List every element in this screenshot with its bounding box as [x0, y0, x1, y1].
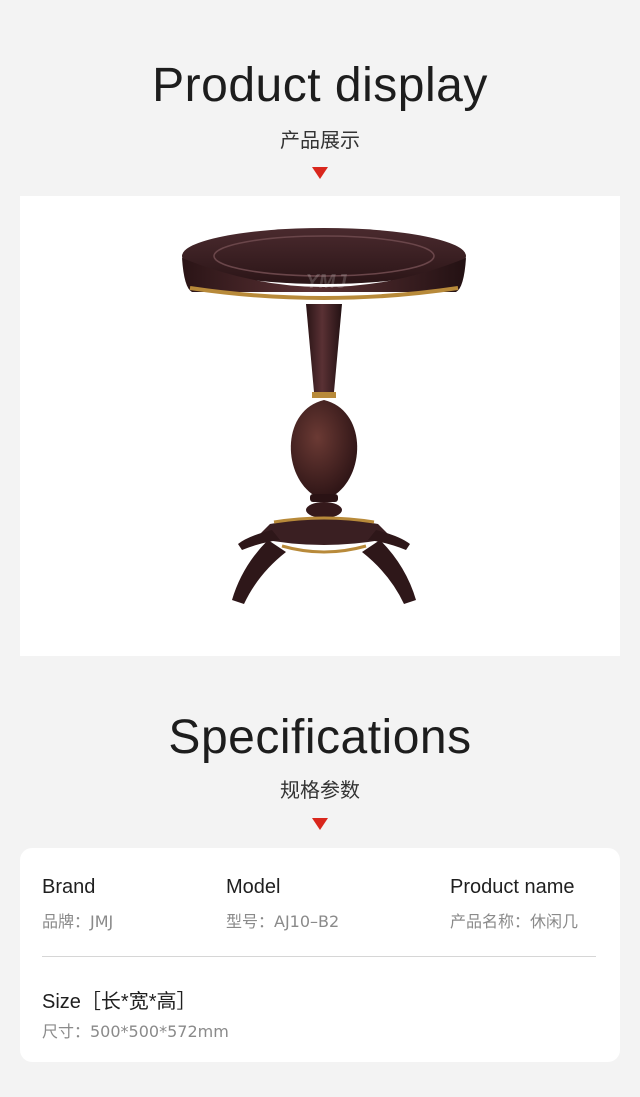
specifications-title: Specifications: [168, 711, 472, 764]
brand-value: 品牌：JMJ: [42, 912, 114, 931]
product-photo: YMJ: [20, 196, 620, 656]
product-name-label: Product name: [450, 876, 575, 898]
product-name-value: 产品名称：休闲几: [450, 912, 579, 931]
size-label: Size［长*宽*高］: [42, 991, 197, 1013]
down-arrow-icon: [312, 818, 328, 830]
specifications-subtitle: 规格参数: [280, 778, 360, 802]
round-side-table-icon: YMJ: [182, 228, 466, 604]
model-value: 型号：AJ10–B2: [226, 912, 340, 931]
model-label: Model: [226, 876, 281, 898]
divider: [42, 956, 596, 957]
brand-watermark: YMJ: [305, 271, 347, 293]
size-value: 尺寸：500*500*572mm: [42, 1022, 229, 1041]
product-display-subtitle: 产品展示: [280, 128, 360, 152]
product-display-title: Product display: [152, 59, 488, 112]
down-arrow-icon: [312, 167, 328, 179]
brand-label: Brand: [42, 876, 96, 898]
spec-card: Brand 品牌：JMJ Model 型号：AJ10–B2 Product na…: [20, 848, 620, 1062]
